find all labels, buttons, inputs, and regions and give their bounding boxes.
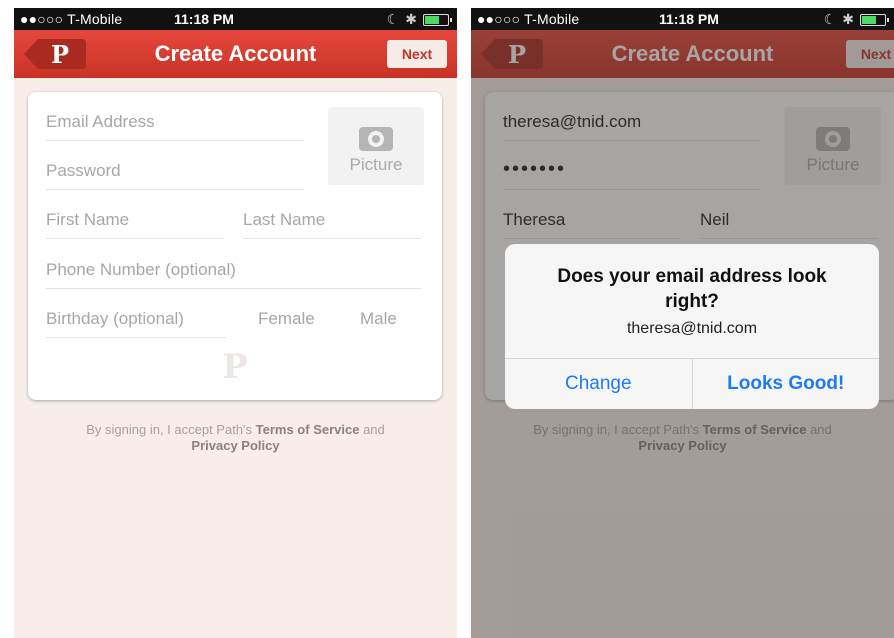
moon-icon: ☾ <box>823 11 837 27</box>
bluetooth-icon: ✱ <box>405 11 417 27</box>
male-option[interactable]: Male <box>360 309 397 337</box>
moon-icon: ☾ <box>386 11 400 27</box>
next-button[interactable]: Next <box>387 40 447 68</box>
battery-icon <box>423 13 452 26</box>
alert-title: Does your email address look right? <box>557 266 827 312</box>
birthday-input[interactable]: Birthday (optional) <box>46 309 226 338</box>
looks-good-button[interactable]: Looks Good! <box>691 359 880 409</box>
carrier-label: ●●○○○ T-Mobile <box>477 11 580 27</box>
status-bar: ●●○○○ T-Mobile 11:18 PM ☾ ✱ <box>14 8 457 30</box>
carrier-label: ●●○○○ T-Mobile <box>20 11 123 27</box>
path-watermark-icon: P <box>222 347 248 387</box>
email-input[interactable]: Email Address <box>46 112 304 141</box>
phone-screen-left: ●●○○○ T-Mobile 11:18 PM ☾ ✱ P Create Acc… <box>14 8 457 638</box>
navigation-bar: P Create Account Next <box>14 30 457 78</box>
battery-icon <box>860 13 889 26</box>
time-label: 11:18 PM <box>174 11 234 27</box>
confirm-email-alert: Does your email address look right? ther… <box>505 244 879 409</box>
terms-text: By signing in, I accept Path's Terms of … <box>86 422 385 453</box>
time-label: 11:18 PM <box>659 11 719 27</box>
change-button[interactable]: Change <box>505 359 692 409</box>
bluetooth-icon: ✱ <box>842 11 854 27</box>
password-input[interactable]: Password <box>46 161 304 190</box>
picture-button[interactable]: Picture <box>328 107 424 185</box>
status-icons: ☾ ✱ <box>386 11 452 28</box>
status-icons: ☾ ✱ <box>823 11 889 28</box>
status-bar: ●●○○○ T-Mobile 11:18 PM ☾ ✱ <box>471 8 894 30</box>
privacy-policy-link[interactable]: Privacy Policy <box>191 438 279 453</box>
alert-buttons: Change Looks Good! <box>505 358 879 409</box>
picture-label: Picture <box>349 155 403 174</box>
last-name-input[interactable]: Last Name <box>243 210 421 239</box>
terms-of-service-link[interactable]: Terms of Service <box>256 422 360 437</box>
first-name-input[interactable]: First Name <box>46 210 224 239</box>
alert-message: theresa@tnid.com <box>626 320 758 337</box>
camera-icon <box>359 127 393 151</box>
phone-input[interactable]: Phone Number (optional) <box>46 260 421 289</box>
phone-screen-right: ●●○○○ T-Mobile 11:18 PM ☾ ✱ P Create Acc… <box>471 8 894 638</box>
signup-form-card: Email Address Password Picture First Nam… <box>28 92 442 400</box>
female-option[interactable]: Female <box>258 309 315 337</box>
